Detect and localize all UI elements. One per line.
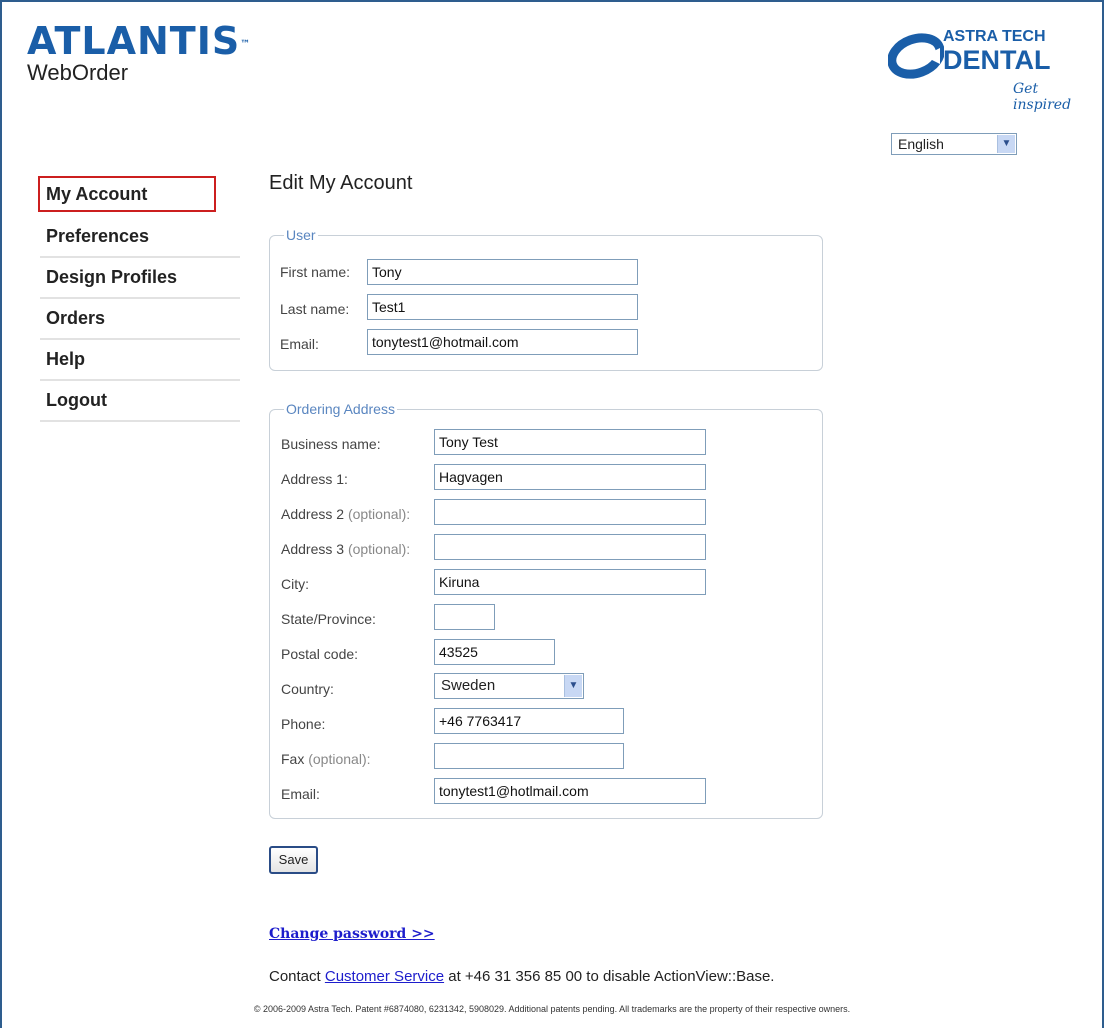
footer-copyright: © 2006-2009 Astra Tech. Patent #6874080,…	[253, 1004, 851, 1014]
state-province-input[interactable]	[434, 604, 495, 630]
country-select[interactable]: Sweden ▼	[434, 673, 584, 699]
chevron-down-icon[interactable]: ▼	[997, 135, 1015, 153]
contact-suffix: at +46 31 356 85 00 to disable ActionVie…	[448, 968, 775, 985]
fax-input[interactable]	[434, 743, 624, 769]
page-title: Edit My Account	[269, 172, 413, 194]
partner-tagline: Get inspired	[1013, 81, 1072, 113]
phone-label: Phone:	[281, 716, 326, 732]
customer-service-link[interactable]: Customer Service	[325, 968, 444, 985]
sidebar-nav: My Account Preferences Design Profiles O…	[38, 176, 240, 422]
address3-label-text: Address 3	[281, 541, 345, 557]
state-province-label: State/Province:	[281, 611, 376, 627]
city-label: City:	[281, 576, 309, 592]
save-button[interactable]: Save	[269, 846, 318, 874]
address-email-label: Email:	[281, 786, 320, 802]
astra-tech-logo: ASTRA TECH DENTAL Get inspired	[888, 28, 1093, 113]
business-name-input[interactable]	[434, 429, 706, 455]
brand-main: ATLANTIS	[27, 19, 241, 63]
user-email-input[interactable]	[367, 329, 638, 355]
optional-note: (optional):	[347, 541, 411, 557]
sidebar-item-label: Preferences	[46, 226, 150, 246]
last-name-input[interactable]	[367, 294, 638, 320]
sidebar-item-preferences[interactable]: Preferences	[40, 217, 240, 258]
postal-code-input[interactable]	[434, 639, 555, 665]
address-legend: Ordering Address	[286, 401, 395, 417]
partner-line2: DENTAL	[943, 45, 1051, 75]
sidebar-item-label: Logout	[46, 390, 107, 410]
change-password-link[interactable]: Change password >>	[269, 926, 435, 942]
brand-sub: WebOrder	[27, 60, 129, 85]
language-select[interactable]: English ▼	[891, 133, 1017, 155]
city-input[interactable]	[434, 569, 706, 595]
phone-input[interactable]	[434, 708, 624, 734]
address2-input[interactable]	[434, 499, 706, 525]
first-name-input[interactable]	[367, 259, 638, 285]
fax-label: Fax (optional):	[281, 751, 371, 767]
optional-note: (optional):	[308, 751, 371, 767]
address2-label: Address 2 (optional):	[281, 506, 410, 522]
astra-swoosh-icon	[888, 33, 944, 79]
address3-input[interactable]	[434, 534, 706, 560]
address-email-input[interactable]	[434, 778, 706, 804]
address1-input[interactable]	[434, 464, 706, 490]
contact-line: Contact Customer Service at +46 31 356 8…	[269, 968, 774, 985]
atlantis-logo: ATLANTIS™ WebOrder	[27, 22, 251, 84]
sidebar-item-label: Design Profiles	[46, 267, 178, 287]
user-legend: User	[286, 227, 316, 243]
sidebar-item-orders[interactable]: Orders	[40, 299, 240, 340]
sidebar-item-my-account[interactable]: My Account	[38, 176, 216, 212]
chevron-down-icon[interactable]: ▼	[564, 675, 582, 697]
address1-label: Address 1:	[281, 471, 348, 487]
sidebar-item-label: Orders	[46, 308, 106, 328]
sidebar-item-label: My Account	[46, 184, 148, 204]
first-name-label: First name:	[280, 264, 351, 280]
brand-tm: ™	[240, 39, 252, 50]
country-label: Country:	[281, 681, 334, 697]
contact-prefix: Contact	[269, 968, 321, 985]
address3-label: Address 3 (optional):	[281, 541, 410, 557]
partner-line1: ASTRA TECH	[943, 28, 1046, 45]
country-value: Sweden	[441, 677, 496, 694]
sidebar-item-help[interactable]: Help	[40, 340, 240, 381]
sidebar-item-label: Help	[46, 349, 86, 369]
business-name-label: Business name:	[281, 436, 381, 452]
address2-label-text: Address 2	[281, 506, 345, 522]
fax-label-text: Fax	[281, 751, 305, 767]
user-email-label: Email:	[280, 336, 319, 352]
postal-code-label: Postal code:	[281, 646, 359, 662]
sidebar-item-logout[interactable]: Logout	[40, 381, 240, 422]
optional-note: (optional):	[347, 506, 411, 522]
sidebar-item-design-profiles[interactable]: Design Profiles	[40, 258, 240, 299]
language-value: English	[898, 136, 944, 152]
last-name-label: Last name:	[280, 301, 350, 317]
